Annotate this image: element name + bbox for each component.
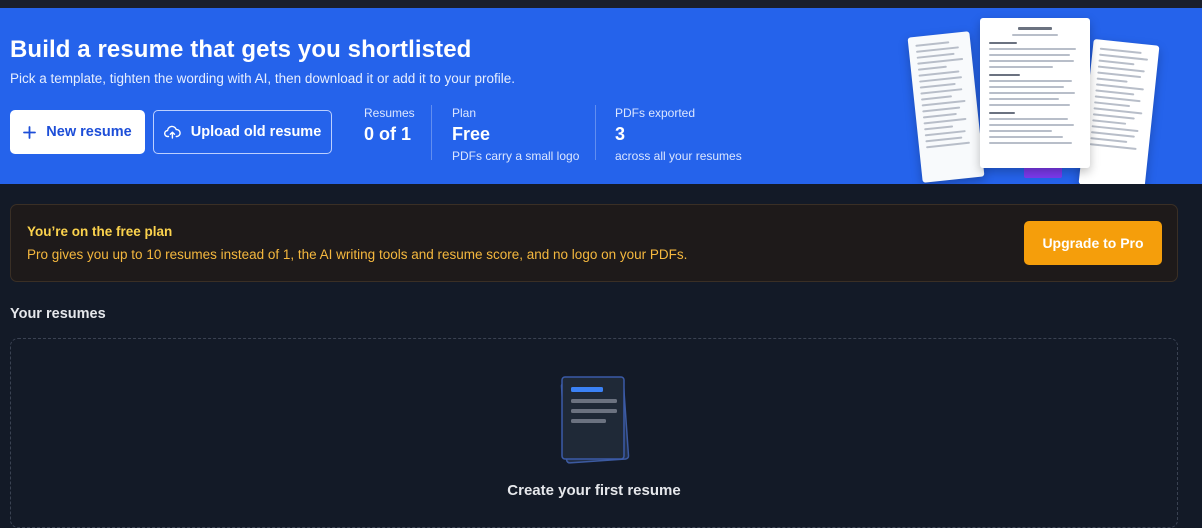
stat-note: PDFs carry a small logo (452, 149, 580, 163)
page-title: Build a resume that gets you shortlisted (10, 36, 472, 63)
your-resumes-heading: Your resumes (10, 306, 106, 322)
resume-sheet-left (907, 31, 985, 183)
resume-sheet-right (1078, 38, 1160, 184)
document-stack-icon (559, 375, 631, 465)
stat-divider (431, 105, 432, 160)
resume-preview-illustration (907, 12, 1170, 184)
stat-label: PDFs exported (615, 106, 696, 120)
stat-pdfs-exported: PDFs exported 3 across all your resumes (615, 106, 742, 163)
resumes-empty-state: Create your first resume (10, 338, 1178, 528)
upload-resume-label: Upload old resume (190, 124, 322, 140)
plus-icon (23, 125, 37, 139)
free-plan-description: Pro gives you up to 10 resumes instead o… (27, 247, 688, 262)
stat-divider (595, 105, 596, 160)
new-resume-button[interactable]: New resume (10, 110, 145, 154)
page-subtitle: Pick a template, tighten the wording wit… (10, 71, 516, 86)
upgrade-to-pro-button[interactable]: Upgrade to Pro (1024, 221, 1162, 265)
stat-value: 3 (615, 124, 626, 144)
stat-value: Free (452, 124, 491, 144)
stat-value: 0 of 1 (364, 124, 412, 144)
resume-sheet-center (980, 18, 1090, 168)
hero-banner: Build a resume that gets you shortlisted… (0, 8, 1202, 184)
stat-plan: Plan Free PDFs carry a small logo (452, 106, 579, 163)
new-resume-label: New resume (46, 124, 132, 140)
free-plan-banner: You’re on the free plan Pro gives you up… (10, 204, 1178, 282)
top-bar (0, 0, 1202, 8)
stat-label: Plan (452, 106, 477, 120)
cloud-upload-icon (163, 125, 181, 139)
stat-note: across all your resumes (615, 149, 742, 163)
stat-label: Resumes (364, 106, 415, 120)
free-plan-title: You’re on the free plan (27, 224, 173, 239)
empty-state-title: Create your first resume (507, 482, 681, 499)
upload-resume-button[interactable]: Upload old resume (153, 110, 332, 154)
stat-resumes: Resumes 0 of 1 (364, 106, 415, 146)
